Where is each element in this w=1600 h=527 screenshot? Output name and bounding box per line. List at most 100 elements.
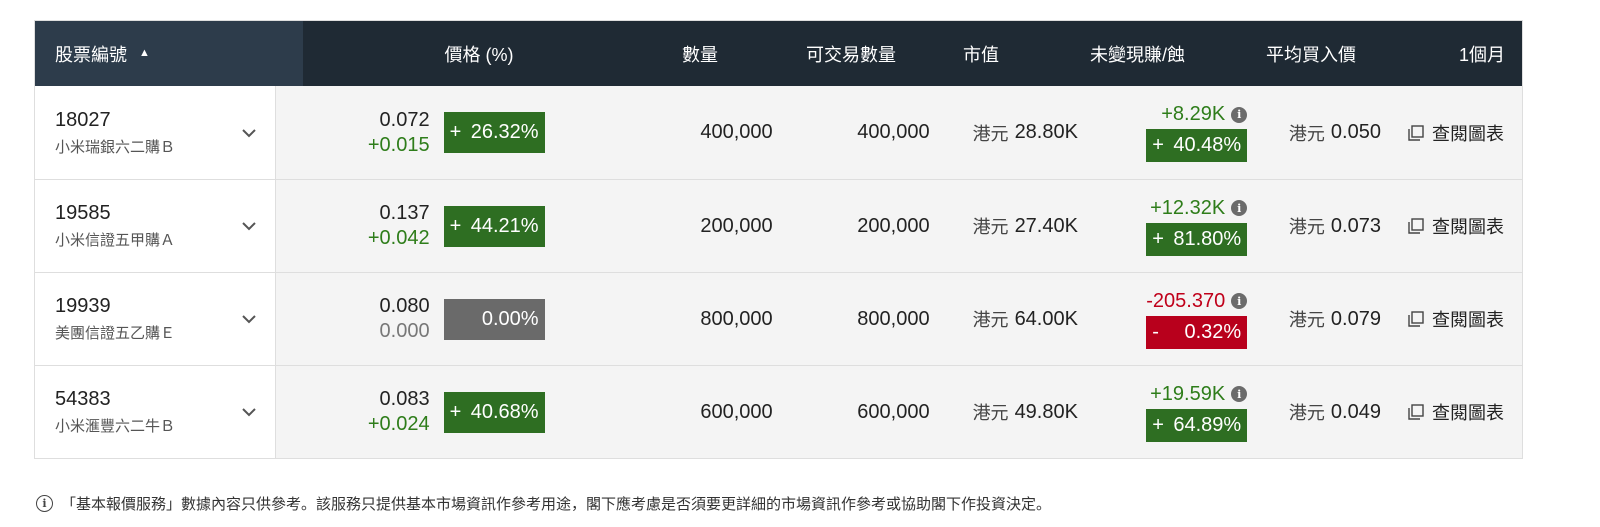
pnl-cell: +8.29K i + 40.48%	[1103, 86, 1248, 179]
info-icon[interactable]: i	[1231, 106, 1248, 123]
price-cell: 0.137 +0.042	[276, 180, 430, 272]
market-value: 64.00K	[1014, 307, 1078, 330]
tradable-quantity: 600,000	[857, 400, 930, 423]
price-cell: 0.080 0.000	[276, 273, 430, 365]
pnl-amount: +8.29K	[1161, 103, 1226, 125]
table-row: 54383 小米滙豐六二牛Ｂ 0.083 +0.024 + 40.68% 600…	[35, 365, 1522, 458]
table-header: 股票編號 ▲ 價格 (%)	[35, 21, 1522, 86]
pnl-pct: 81.80%	[1173, 227, 1242, 250]
pnl-sign: +	[1152, 227, 1164, 250]
view-chart-button[interactable]: 查閱圖表	[1381, 273, 1522, 365]
avg-price-cell: 港元 0.050	[1247, 86, 1381, 179]
quantity: 800,000	[700, 307, 773, 330]
avg-currency: 港元	[1288, 310, 1325, 330]
table-row: 19585 小米信證五甲購Ａ 0.137 +0.042 + 44.21% 200…	[35, 179, 1522, 272]
pnl-amount: +19.59K	[1150, 382, 1226, 405]
pct-value: 40.68%	[470, 400, 539, 423]
pnl-cell: +12.32K i + 81.80%	[1103, 180, 1248, 272]
chevron-down-icon[interactable]	[241, 125, 257, 141]
table-row: 18027 小米瑞銀六二購Ｂ 0.072 +0.015 + 26.32% 400…	[35, 86, 1522, 179]
sort-stock-no-header[interactable]: 股票編號 ▲	[35, 21, 303, 86]
view-chart-button[interactable]: 查閱圖表	[1381, 180, 1522, 272]
header-stock-no: 股票編號	[55, 44, 127, 65]
avg-price: 0.049	[1330, 400, 1381, 423]
pct-badge: + 44.21%	[443, 205, 545, 247]
price-change: +0.024	[367, 413, 430, 435]
price-value: 0.083	[379, 388, 430, 410]
pnl-amount: +12.32K	[1150, 196, 1226, 219]
pnl-sign: -	[1152, 320, 1159, 343]
pnl-pct: 64.89%	[1173, 413, 1242, 436]
disclaimer: i 「基本報價服務」數據內容只供參考。該服務只提供基本市場資訊作參考用途，閣下應…	[36, 493, 1051, 514]
stock-cell[interactable]: 18027 小米瑞銀六二購Ｂ	[35, 86, 277, 179]
pnl-sign: +	[1152, 413, 1164, 436]
chevron-down-icon[interactable]	[241, 311, 257, 327]
avg-price-cell: 港元 0.049	[1247, 366, 1381, 458]
pct-badge: 0.00%	[443, 298, 545, 340]
table-body: 18027 小米瑞銀六二購Ｂ 0.072 +0.015 + 26.32% 400…	[34, 86, 1523, 459]
table-row: 19939 美團信證五乙購Ｅ 0.080 0.000 0.00% 800,000…	[35, 272, 1522, 365]
chevron-down-icon[interactable]	[241, 404, 257, 420]
pct-badge: + 40.68%	[443, 391, 545, 433]
price-value: 0.080	[379, 295, 430, 317]
view-chart-button[interactable]: 查閱圖表	[1381, 86, 1522, 179]
view-chart-label: 查閱圖表	[1432, 217, 1504, 237]
pct-sign: +	[449, 214, 462, 237]
holdings-table: 股票編號 ▲ 價格 (%)	[34, 20, 1523, 87]
avg-price: 0.079	[1330, 307, 1381, 330]
pnl-sign: +	[1152, 134, 1164, 156]
chart-window-icon	[1408, 311, 1424, 327]
tradable-quantity: 400,000	[857, 121, 930, 143]
market-value-cell: 港元 64.00K	[930, 273, 1103, 365]
stock-cell[interactable]: 19939 美團信證五乙購Ｅ	[35, 273, 277, 365]
chart-window-icon	[1408, 404, 1424, 420]
tradable-quantity: 200,000	[857, 214, 930, 237]
view-chart-button[interactable]: 查閱圖表	[1381, 366, 1522, 458]
mv-currency: 港元	[972, 217, 1009, 237]
market-value: 49.80K	[1014, 400, 1078, 423]
info-icon: i	[36, 495, 53, 512]
mv-currency: 港元	[972, 403, 1009, 423]
market-value: 28.80K	[1014, 121, 1078, 143]
chevron-down-icon[interactable]	[241, 218, 257, 234]
disclaimer-text: 「基本報價服務」數據內容只供參考。該服務只提供基本市場資訊作參考用途，閣下應考慮…	[61, 496, 1052, 513]
header-price-pct-label: 價格 (%)	[444, 44, 514, 65]
pct-sign: +	[449, 121, 462, 143]
pct-cell: + 44.21%	[430, 180, 646, 272]
market-value-cell: 港元 28.80K	[930, 86, 1103, 179]
quantity: 200,000	[700, 214, 773, 237]
tradable-quantity: 800,000	[857, 307, 930, 330]
info-icon[interactable]: i	[1231, 293, 1248, 309]
view-chart-label: 查閱圖表	[1432, 123, 1504, 144]
pnl-amount: -205.370	[1146, 289, 1226, 312]
pnl-amount-wrap: -205.370 i	[1146, 289, 1248, 313]
market-value: 27.40K	[1014, 214, 1078, 237]
price-change: +0.015	[367, 133, 430, 156]
stock-cell[interactable]: 19585 小米信證五甲購Ａ	[35, 180, 277, 272]
pct-badge: + 26.32%	[443, 112, 545, 153]
market-value-cell: 港元 49.80K	[930, 366, 1103, 458]
info-icon[interactable]: i	[1231, 386, 1248, 402]
avg-price-cell: 港元 0.073	[1247, 180, 1381, 272]
price-cell: 0.083 +0.024	[276, 366, 430, 458]
mv-currency: 港元	[972, 123, 1009, 144]
pnl-pct-badge: + 81.80%	[1146, 222, 1248, 256]
chart-window-icon	[1408, 218, 1424, 234]
avg-currency: 港元	[1288, 403, 1325, 423]
pct-cell: + 26.32%	[430, 86, 646, 179]
pct-sign: +	[449, 400, 462, 423]
stock-cell[interactable]: 54383 小米滙豐六二牛Ｂ	[35, 366, 277, 458]
pnl-pct-badge: - 0.32%	[1146, 315, 1248, 349]
pnl-pct-badge: + 64.89%	[1146, 408, 1248, 442]
price-cell: 0.072 +0.015	[276, 86, 430, 179]
mv-currency: 港元	[972, 310, 1009, 330]
avg-currency: 港元	[1288, 123, 1325, 144]
avg-price: 0.073	[1330, 214, 1381, 237]
pnl-pct-badge: + 40.48%	[1146, 129, 1248, 162]
pct-cell: + 40.68%	[430, 366, 646, 458]
avg-price: 0.050	[1330, 121, 1381, 143]
pnl-pct: 0.32%	[1184, 320, 1242, 343]
pnl-cell: +19.59K i + 64.89%	[1103, 366, 1248, 458]
pnl-amount-wrap: +12.32K i	[1150, 196, 1248, 220]
info-icon[interactable]: i	[1231, 200, 1248, 216]
